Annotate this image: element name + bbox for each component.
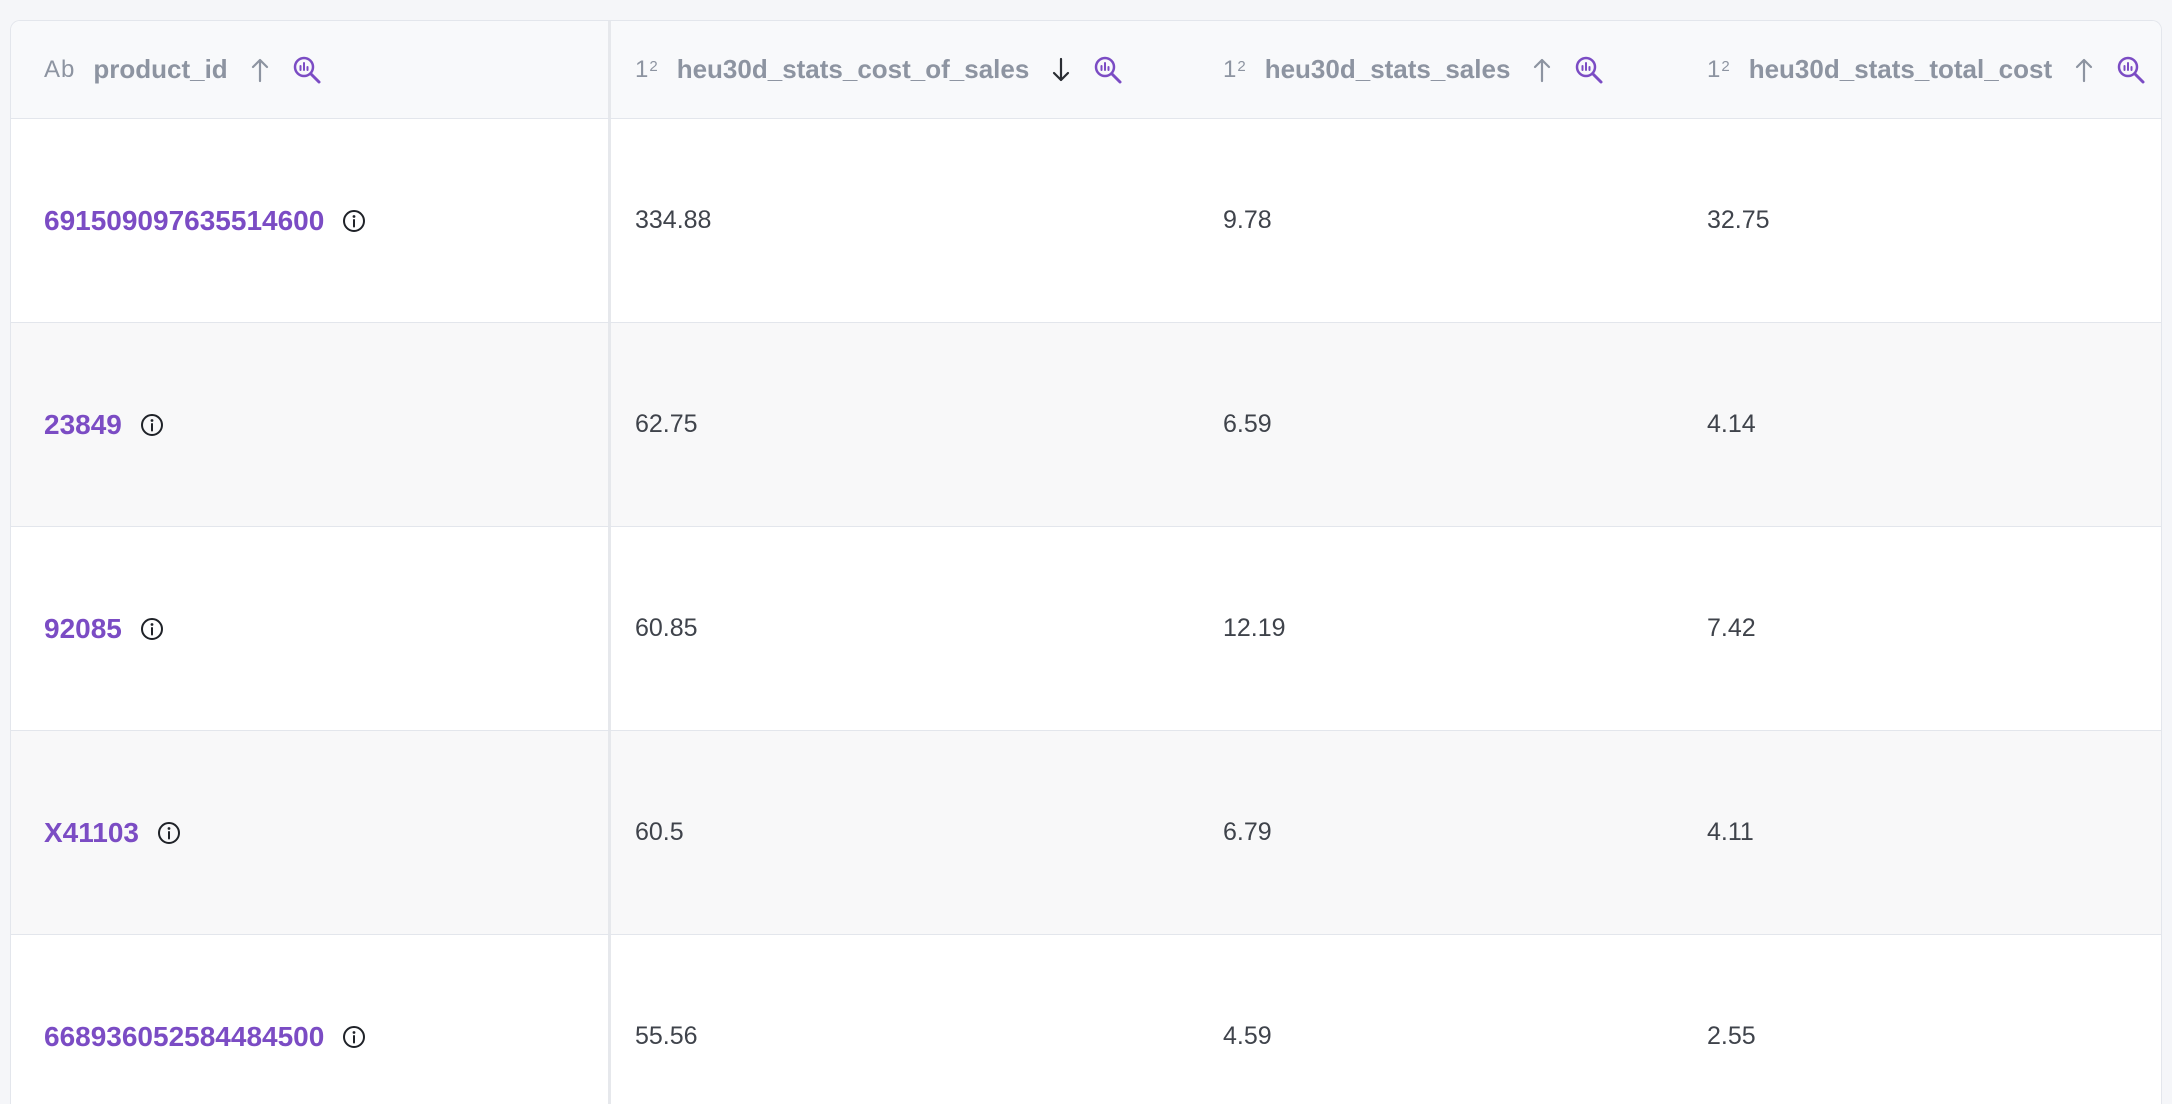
info-icon[interactable] <box>157 821 181 845</box>
product-id-link[interactable]: X41103 <box>44 817 139 849</box>
column-stats-search-icon[interactable] <box>1093 55 1123 85</box>
sort-ascending-icon[interactable] <box>1530 56 1554 84</box>
product-id-link[interactable]: 92085 <box>44 613 122 645</box>
cost-of-sales-cell: 55.56 <box>611 935 1199 1104</box>
column-label: heu30d_stats_cost_of_sales <box>676 54 1030 84</box>
total-cost-cell: 4.11 <box>1683 731 2161 934</box>
column-label: heu30d_stats_sales <box>1264 54 1511 84</box>
table-row: 668936052584484500 55.56 4.59 2.55 <box>11 935 2161 1104</box>
cell-value: 2.55 <box>1707 1022 1756 1050</box>
cell-value: 12.19 <box>1223 614 1286 642</box>
text-type-icon: Ab <box>44 55 76 83</box>
info-icon[interactable] <box>342 1025 366 1049</box>
total-cost-cell: 32.75 <box>1683 119 2161 322</box>
table-row: 23849 62.75 6.59 4.14 <box>11 323 2161 527</box>
column-header-cost-of-sales[interactable]: 12 heu30d_stats_cost_of_sales <box>611 21 1199 118</box>
total-cost-cell: 4.14 <box>1683 323 2161 526</box>
column-label: product_id <box>93 54 228 84</box>
sales-cell: 6.59 <box>1199 323 1683 526</box>
number-type-icon: 12 <box>635 55 659 83</box>
cell-value: 334.88 <box>635 206 712 234</box>
column-header-sales[interactable]: 12 heu30d_stats_sales <box>1199 21 1683 118</box>
table-header: Ab product_id 12 heu30d_stats_cost_of_sa… <box>11 21 2161 119</box>
cell-value: 4.59 <box>1223 1022 1272 1050</box>
cell-value: 60.5 <box>635 818 684 846</box>
sales-cell: 12.19 <box>1199 527 1683 730</box>
sort-descending-icon[interactable] <box>1049 56 1073 84</box>
column-stats-search-icon[interactable] <box>2116 55 2146 85</box>
product-id-cell: 691509097635514600 <box>11 119 611 322</box>
info-icon[interactable] <box>140 617 164 641</box>
number-type-icon: 12 <box>1223 55 1247 83</box>
product-id-cell: 23849 <box>11 323 611 526</box>
product-id-cell: X41103 <box>11 731 611 934</box>
column-stats-search-icon[interactable] <box>1574 55 1604 85</box>
cell-value: 32.75 <box>1707 206 1770 234</box>
column-header-product-id[interactable]: Ab product_id <box>11 21 611 118</box>
total-cost-cell: 7.42 <box>1683 527 2161 730</box>
cell-value: 55.56 <box>635 1022 698 1050</box>
cell-value: 62.75 <box>635 410 698 438</box>
cell-value: 6.79 <box>1223 818 1272 846</box>
info-icon[interactable] <box>342 209 366 233</box>
total-cost-cell: 2.55 <box>1683 935 2161 1104</box>
cost-of-sales-cell: 60.5 <box>611 731 1199 934</box>
sales-cell: 9.78 <box>1199 119 1683 322</box>
table-row: 92085 60.85 12.19 7.42 <box>11 527 2161 731</box>
cell-value: 4.11 <box>1707 818 1754 846</box>
cell-value: 4.14 <box>1707 410 1756 438</box>
number-type-icon: 12 <box>1707 55 1731 83</box>
table-row: 691509097635514600 334.88 9.78 32.75 <box>11 119 2161 323</box>
cost-of-sales-cell: 60.85 <box>611 527 1199 730</box>
cost-of-sales-cell: 334.88 <box>611 119 1199 322</box>
info-icon[interactable] <box>140 413 164 437</box>
sort-ascending-icon[interactable] <box>248 56 272 84</box>
sales-cell: 6.79 <box>1199 731 1683 934</box>
column-header-total-cost[interactable]: 12 heu30d_stats_total_cost <box>1683 21 2161 118</box>
cell-value: 60.85 <box>635 614 698 642</box>
cell-value: 9.78 <box>1223 206 1272 234</box>
cost-of-sales-cell: 62.75 <box>611 323 1199 526</box>
cell-value: 7.42 <box>1707 614 1756 642</box>
product-id-link[interactable]: 691509097635514600 <box>44 205 324 237</box>
data-table: Ab product_id 12 heu30d_stats_cost_of_sa… <box>10 20 2162 1104</box>
product-id-cell: 92085 <box>11 527 611 730</box>
table-row: X41103 60.5 6.79 4.11 <box>11 731 2161 935</box>
column-stats-search-icon[interactable] <box>292 55 322 85</box>
cell-value: 6.59 <box>1223 410 1272 438</box>
product-id-link[interactable]: 23849 <box>44 409 122 441</box>
product-id-cell: 668936052584484500 <box>11 935 611 1104</box>
sales-cell: 4.59 <box>1199 935 1683 1104</box>
sort-ascending-icon[interactable] <box>2072 56 2096 84</box>
product-id-link[interactable]: 668936052584484500 <box>44 1021 324 1053</box>
column-label: heu30d_stats_total_cost <box>1748 54 2053 84</box>
